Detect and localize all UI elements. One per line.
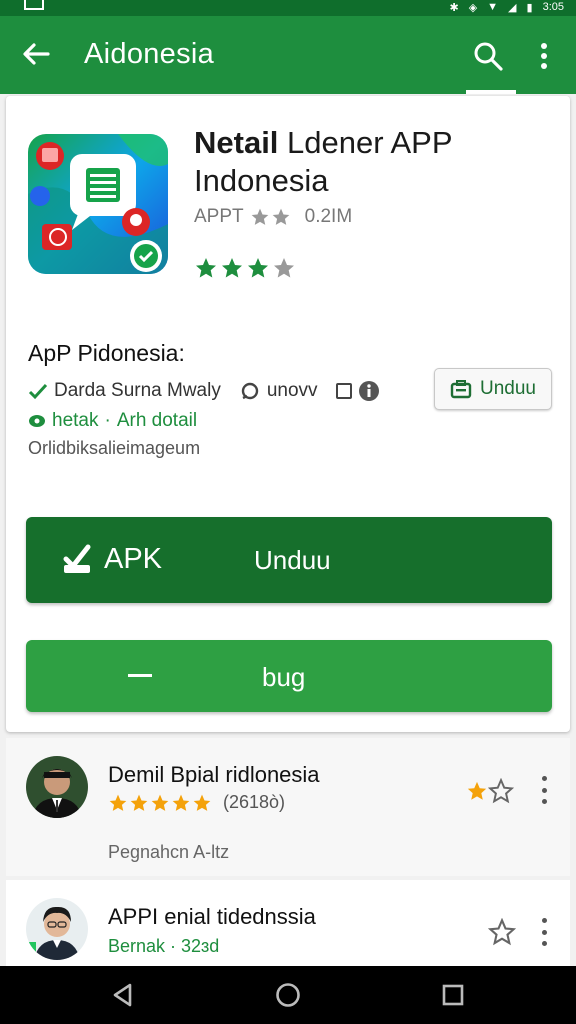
link-a[interactable]: hetak [52,410,98,432]
star-outline-icon[interactable] [488,778,514,804]
status-time: 3:05 [542,1,564,13]
meta-stars [250,207,291,227]
briefcase-icon [450,380,472,399]
favorite-stars[interactable] [488,918,516,946]
search-icon[interactable] [468,36,508,76]
eye-icon [29,415,45,427]
review-star-icons [108,793,212,813]
app-detail-card: Netail Ldener APP Indonesia APPT 0.2IM A… [6,96,570,732]
reviewer-name: APPI enial tidednssia [108,904,316,929]
nav-recents-icon[interactable] [438,980,468,1010]
separator-dot: · [104,410,111,431]
bug-label: bug [262,662,306,692]
star-icon [272,208,289,225]
app-name-rest: Ldener APP [278,125,453,160]
info-row-developer: Darda Surna Mwaly unovv [28,380,380,402]
review-count: (2618ò) [223,792,286,812]
download-check-icon [63,544,91,573]
minus-icon [128,674,152,677]
star-icon [193,794,211,811]
star-icon [130,794,148,811]
notification-icon [24,0,44,10]
more-vert-icon[interactable] [536,918,552,946]
app-category: APPT [194,206,244,227]
wifi-icon: ▼ [487,1,499,13]
checkbox-icon[interactable] [335,383,352,399]
system-nav-bar [0,966,576,1024]
check-icon [28,383,48,400]
unduh-small-label: Unduu [480,378,536,399]
page-title: Aidonesia [84,38,215,70]
app-name-bold: Netail [194,125,279,160]
avatar [26,898,88,960]
bug-button[interactable]: bug [26,640,552,712]
star-icon [172,794,190,811]
star-icon [222,258,242,278]
app-logo-icon [28,134,168,274]
star-icon [248,258,268,278]
vibrate-icon: ◈ [468,1,478,14]
review-item[interactable]: Demil Bpial ridlonesia (2618ò) Pegnahcn … [6,738,570,876]
signal-icon: ◢ [508,1,517,14]
review-meta: Bernak · 32ɜd [108,936,220,956]
more-vert-icon[interactable] [530,36,558,76]
nav-back-icon[interactable] [108,980,138,1010]
star-filled-icon[interactable] [466,780,488,802]
nav-home-icon[interactable] [273,980,303,1010]
status-bar: ✱ ◈ ▼ ◢ ▮ 3:05 [0,0,576,16]
app-bar: Aidonesia [0,16,576,94]
search-tab-indicator [466,90,516,94]
bluetooth-icon: ✱ [449,1,459,14]
link-b[interactable]: Arh dotail [117,410,197,432]
apk-label: APK [104,543,163,575]
reviewer-name: Demil Bpial ridlonesia [108,762,320,787]
info-row-links: hetak · Arh dotail [28,410,197,432]
review-item[interactable]: APPI enial tidednssia Bernak · 32ɜd [6,880,570,966]
app-size: 0.2IM [304,206,353,227]
star-icon [274,258,294,278]
review-stars: (2618ò) [108,792,285,813]
star-outline-icon[interactable] [488,918,516,946]
app-meta: APPT 0.2IM [194,206,352,228]
apk-download-button[interactable]: APK Unduu [26,517,552,603]
app-name: Netail Ldener APP Indonesia [194,124,554,200]
details-title: ApP Pidonesia: [28,340,185,366]
arrow-back-icon[interactable] [18,36,54,72]
review-meta: Pegnahcn A-ltz [108,842,230,862]
unduh-small-button[interactable]: Unduu [434,368,552,410]
star-icon [251,208,268,225]
battery-icon: ▮ [526,1,533,14]
star-icon [151,794,169,811]
app-rating-stars [194,256,296,280]
status-icons: ✱ ◈ ▼ ◢ ▮ 3:05 [449,0,564,14]
favorite-stars[interactable] [466,778,514,804]
developer-text: Darda Surna Mwaly [54,380,221,401]
star-icon [109,794,127,811]
avatar [26,756,88,818]
info-row-description: Orlidbiksalieimageum [28,438,201,458]
info-icon[interactable] [358,380,380,402]
unduh-label: Unduu [254,545,331,575]
app-name-line2: Indonesia [194,163,329,198]
info-extra-text: unovv [266,380,318,401]
refresh-icon [241,382,259,400]
more-vert-icon[interactable] [536,776,552,804]
star-icon [196,258,216,278]
